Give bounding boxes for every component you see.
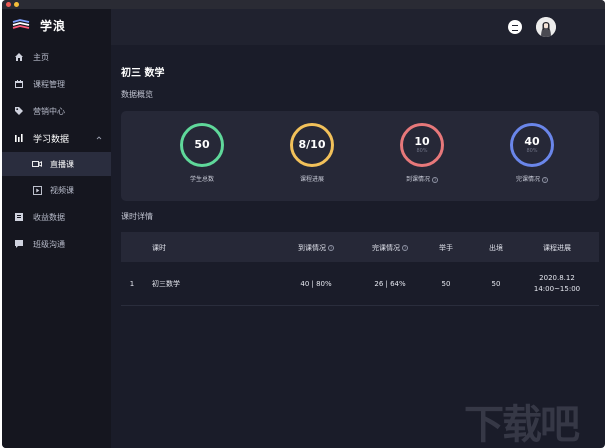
cell-completion: 26 | 64% <box>374 280 406 288</box>
progress-time: 14:00~15:00 <box>533 285 581 293</box>
watermark: 下载吧 <box>464 402 580 448</box>
app-window: 学浪 主页 课程管理 营销中心 学习数据 直播课 视频课 收益数据 班级沟通 初… <box>2 0 605 448</box>
sidebar-item-video-course[interactable]: 视频课 <box>2 178 111 202</box>
sidebar-item-label: 视频课 <box>50 185 74 195</box>
column-header-attendance: 到课情况? <box>283 243 349 253</box>
close-window-button[interactable] <box>6 2 11 7</box>
home-icon <box>14 52 24 62</box>
overview-card: 50 学生总数 8/10 课程进展 10 80% 到课情况? 40 80% 完课… <box>121 111 599 201</box>
revenue-icon <box>14 212 24 222</box>
stat-label-wrap: 到课情况? <box>387 174 457 183</box>
app-name: 学浪 <box>40 18 67 33</box>
stat-sub-value: 80% <box>416 147 428 154</box>
progress-date: 2020.8.12 <box>539 274 575 282</box>
minimize-window-button[interactable] <box>14 2 19 7</box>
sidebar: 学浪 主页 课程管理 营销中心 学习数据 直播课 视频课 收益数据 班级沟通 <box>2 9 111 448</box>
sidebar-item-learning-data[interactable]: 学习数据 <box>2 126 111 150</box>
stat-label: 课程进展 <box>299 176 324 183</box>
sidebar-item-live-course[interactable]: 直播课 <box>2 152 111 176</box>
cell-progress: 2020.8.12 14:00~15:00 <box>524 262 590 306</box>
help-icon[interactable]: ? <box>542 176 548 183</box>
help-icon[interactable]: ? <box>432 176 438 183</box>
sidebar-item-class-communication[interactable]: 班级沟通 <box>2 232 111 256</box>
stat-ring: 8/10 <box>290 123 334 167</box>
main-content: 初三 数学 数据概览 50 学生总数 8/10 课程进展 10 80% 到课情况… <box>111 45 605 448</box>
video-camera-icon <box>32 159 42 169</box>
user-avatar[interactable] <box>536 17 556 37</box>
sidebar-item-revenue[interactable]: 收益数据 <box>2 205 111 229</box>
column-header-onscreen: 出境 <box>489 244 503 252</box>
chevron-up-icon <box>96 136 102 140</box>
cell-hands: 50 <box>441 280 451 288</box>
stat-students: 50 学生总数 <box>167 123 237 193</box>
stat-sub-value: 80% <box>526 147 538 154</box>
title-bar <box>2 0 605 9</box>
cell-attendance: 40 | 80% <box>300 280 332 288</box>
chat-icon <box>14 239 24 249</box>
message-icon[interactable] <box>508 20 522 34</box>
stat-ring: 10 80% <box>400 123 444 167</box>
sidebar-item-label: 营销中心 <box>33 106 65 116</box>
sidebar-item-label: 收益数据 <box>33 212 65 222</box>
details-section-title: 课时详情 <box>121 212 153 221</box>
stat-value: 8/10 <box>298 138 326 151</box>
stat-course-progress: 8/10 课程进展 <box>277 123 347 193</box>
bar-chart-icon <box>14 133 24 143</box>
stat-value: 40 <box>524 134 540 148</box>
cell-onscreen: 50 <box>491 280 501 288</box>
row-index: 1 <box>129 280 135 288</box>
cell-lesson: 初三数学 <box>152 280 180 288</box>
column-header-label: 完课情况 <box>372 244 400 252</box>
help-icon[interactable]: ? <box>402 245 408 251</box>
table-row[interactable]: 1 初三数学 40 | 80% 26 | 64% 50 50 2020.8.12… <box>121 262 599 306</box>
column-header-progress: 课程进展 <box>543 244 571 252</box>
column-header-lesson: 课时 <box>152 244 166 252</box>
help-icon[interactable]: ? <box>328 245 334 251</box>
stat-label-wrap: 完课情况? <box>497 174 567 183</box>
column-header-hands: 举手 <box>439 244 453 252</box>
tag-icon <box>14 106 24 116</box>
sidebar-item-course-management[interactable]: 课程管理 <box>2 72 111 96</box>
sidebar-item-label: 直播课 <box>50 159 74 169</box>
table-header: 课时 到课情况? 完课情况? 举手 出境 课程进展 <box>121 232 599 262</box>
calendar-icon <box>14 79 24 89</box>
page-title: 初三 数学 <box>121 68 165 79</box>
sidebar-item-home[interactable]: 主页 <box>2 45 111 69</box>
column-header-label: 到课情况 <box>298 244 326 252</box>
sidebar-item-marketing[interactable]: 营销中心 <box>2 99 111 123</box>
play-icon <box>32 185 42 195</box>
column-header-completion: 完课情况? <box>357 243 423 253</box>
stat-ring: 40 80% <box>510 123 554 167</box>
brand-logo-icon <box>12 19 30 29</box>
stat-attendance: 10 80% 到课情况? <box>387 123 457 193</box>
brand[interactable]: 学浪 <box>12 16 66 34</box>
stat-label: 完课情况 <box>515 176 540 183</box>
top-header <box>111 9 605 45</box>
sidebar-item-label: 学习数据 <box>33 134 70 145</box>
sidebar-item-label: 班级沟通 <box>33 239 65 249</box>
overview-section-title: 数据概览 <box>121 90 153 99</box>
stat-label: 到课情况 <box>405 176 430 183</box>
stat-completion: 40 80% 完课情况? <box>497 123 567 193</box>
stat-value: 10 <box>414 134 430 148</box>
sidebar-item-label: 课程管理 <box>33 79 65 89</box>
stat-value: 50 <box>194 138 210 151</box>
sidebar-item-label: 主页 <box>33 52 49 62</box>
stat-ring: 50 <box>180 123 224 167</box>
stat-label: 学生总数 <box>189 176 214 183</box>
